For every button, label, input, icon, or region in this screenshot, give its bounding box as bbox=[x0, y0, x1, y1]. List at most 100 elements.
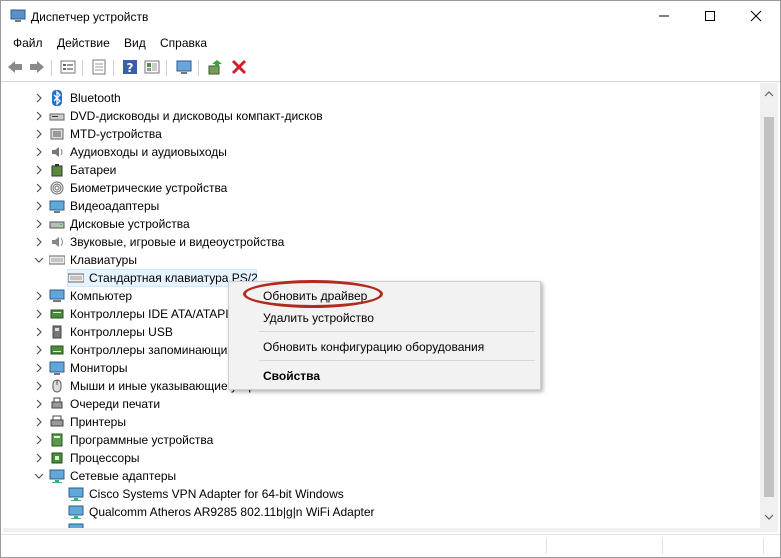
tree-item-label: Мониторы bbox=[70, 361, 128, 375]
computer-icon bbox=[49, 289, 65, 302]
title-bar[interactable]: Диспетчер устройств bbox=[1, 1, 780, 32]
chevron-right-icon[interactable] bbox=[34, 309, 44, 319]
properties-list-icon[interactable] bbox=[59, 58, 77, 76]
tree-category-item[interactable]: Видеоадаптеры bbox=[3, 197, 759, 215]
sound-icon bbox=[52, 237, 63, 247]
menu-action[interactable]: Действие bbox=[57, 36, 110, 50]
help-icon[interactable]: ? bbox=[121, 58, 139, 76]
chevron-right-icon[interactable] bbox=[34, 147, 44, 157]
display-adapter-icon bbox=[49, 200, 65, 213]
tree-category-item[interactable]: Bluetooth bbox=[3, 89, 759, 107]
chevron-right-icon[interactable] bbox=[34, 399, 44, 409]
ide-controller-icon bbox=[50, 309, 64, 319]
mtd-device-icon bbox=[50, 128, 64, 140]
tree-device-item[interactable]: Qualcomm Atheros AR9285 802.11b|g|n WiFi… bbox=[3, 503, 759, 521]
tree-item-label: Bluetooth bbox=[70, 91, 121, 105]
close-button[interactable] bbox=[733, 1, 779, 31]
scroll-up-icon[interactable] bbox=[760, 87, 778, 101]
tree-item-label: Компьютер bbox=[70, 289, 133, 303]
scroll-down-icon[interactable] bbox=[760, 510, 778, 524]
chevron-right-icon[interactable] bbox=[34, 129, 44, 139]
scrollbar-thumb[interactable] bbox=[764, 117, 774, 497]
chevron-right-icon[interactable] bbox=[34, 381, 44, 391]
tree-category-item[interactable]: DVD-дисководы и дисководы компакт-дисков bbox=[3, 107, 759, 125]
show-hidden-icon[interactable] bbox=[90, 58, 108, 76]
tree-item-label: Принтеры bbox=[70, 415, 126, 429]
ctx-uninstall-label: Удалить устройство bbox=[263, 311, 374, 325]
scan-monitor-icon[interactable] bbox=[175, 58, 193, 76]
tree-item-label: DVD-дисководы и дисководы компакт-дисков bbox=[70, 109, 323, 123]
tree-item-label: Батареи bbox=[70, 163, 117, 177]
window-title: Диспетчер устройств bbox=[31, 10, 149, 24]
highlight-ellipse bbox=[243, 280, 383, 308]
toolbar: ? bbox=[1, 54, 780, 82]
chevron-down-icon[interactable] bbox=[34, 471, 44, 481]
back-arrow-icon[interactable] bbox=[6, 58, 24, 76]
chevron-right-icon[interactable] bbox=[34, 201, 44, 211]
tree-category-item[interactable]: Дисковые устройства bbox=[3, 215, 759, 233]
menu-bar: Файл Действие Вид Справка bbox=[1, 32, 780, 54]
ctx-scan-hardware[interactable]: Обновить конфигурацию оборудования bbox=[229, 336, 538, 358]
tree-category-item[interactable]: MTD-устройства bbox=[3, 125, 759, 143]
ctx-properties[interactable]: Свойства bbox=[229, 365, 538, 387]
menu-view[interactable]: Вид bbox=[124, 36, 146, 50]
maximize-button[interactable] bbox=[687, 1, 733, 31]
chevron-right-icon[interactable] bbox=[34, 345, 44, 355]
minimize-button[interactable] bbox=[641, 1, 687, 31]
tree-category-item[interactable]: Очереди печати bbox=[3, 395, 759, 413]
menu-help[interactable]: Справка bbox=[160, 36, 207, 50]
chevron-right-icon[interactable] bbox=[34, 111, 44, 121]
tree-device-item[interactable]: Cisco Systems VPN Adapter for 64-bit Win… bbox=[3, 485, 759, 503]
ctx-properties-label: Свойства bbox=[263, 369, 321, 383]
tree-item-label: Видеоадаптеры bbox=[70, 199, 160, 213]
chevron-right-icon[interactable] bbox=[34, 417, 44, 427]
tree-item-label: Программные устройства bbox=[70, 433, 214, 447]
chevron-right-icon[interactable] bbox=[34, 237, 44, 247]
view-icon[interactable] bbox=[143, 58, 161, 76]
maximize-icon bbox=[705, 11, 715, 21]
chevron-right-icon[interactable] bbox=[34, 183, 44, 193]
status-cell-main bbox=[1, 538, 547, 554]
chevron-right-icon[interactable] bbox=[34, 93, 44, 103]
tree-category-item[interactable]: Биометрические устройства bbox=[3, 179, 759, 197]
tree-category-item[interactable]: Звуковые, игровые и видеоустройства bbox=[3, 233, 759, 251]
close-icon bbox=[750, 10, 762, 22]
tree-device-item[interactable] bbox=[3, 521, 759, 528]
tree-item-label: Cisco Systems VPN Adapter for 64-bit Win… bbox=[89, 487, 344, 501]
chevron-right-icon[interactable] bbox=[34, 165, 44, 175]
chevron-right-icon[interactable] bbox=[34, 363, 44, 373]
software-device-icon bbox=[51, 433, 63, 447]
status-cell-3 bbox=[663, 538, 764, 554]
tree-category-item[interactable]: Клавиатуры bbox=[3, 251, 759, 269]
chevron-right-icon[interactable] bbox=[34, 219, 44, 229]
chevron-right-icon[interactable] bbox=[34, 291, 44, 301]
tree-category-item[interactable]: Принтеры bbox=[3, 413, 759, 431]
mouse-icon bbox=[52, 379, 62, 393]
ctx-uninstall-device[interactable]: Удалить устройство bbox=[229, 307, 538, 329]
tree-item-label: Биометрические устройства bbox=[70, 181, 228, 195]
tree-item-label: Сетевые адаптеры bbox=[70, 469, 177, 483]
bluetooth-icon bbox=[52, 90, 62, 106]
tree-category-item[interactable]: Сетевые адаптеры bbox=[3, 467, 759, 485]
device-manager-app-icon bbox=[10, 9, 26, 22]
forward-arrow-icon[interactable] bbox=[28, 58, 46, 76]
fingerprint-icon bbox=[50, 181, 64, 195]
chevron-down-icon[interactable] bbox=[34, 255, 44, 265]
chevron-right-icon[interactable] bbox=[34, 435, 44, 445]
chevron-right-icon[interactable] bbox=[34, 453, 44, 463]
horizontal-scrollbar[interactable] bbox=[3, 528, 778, 532]
battery-icon bbox=[51, 164, 63, 177]
menu-file[interactable]: Файл bbox=[13, 36, 43, 50]
tree-category-item[interactable]: Батареи bbox=[3, 161, 759, 179]
tree-category-item[interactable]: Программные устройства bbox=[3, 431, 759, 449]
update-driver-icon[interactable] bbox=[206, 58, 224, 76]
uninstall-device-icon[interactable] bbox=[230, 58, 248, 76]
keyboard-icon bbox=[68, 273, 84, 283]
tree-item-label: Дисковые устройства bbox=[70, 217, 190, 231]
tree-item-label: Аудиовходы и аудиовыходы bbox=[70, 145, 227, 159]
chevron-right-icon[interactable] bbox=[34, 327, 44, 337]
tree-category-item[interactable]: Процессоры bbox=[3, 449, 759, 467]
status-bar bbox=[1, 534, 780, 558]
vertical-scrollbar[interactable] bbox=[760, 83, 778, 528]
tree-category-item[interactable]: Аудиовходы и аудиовыходы bbox=[3, 143, 759, 161]
